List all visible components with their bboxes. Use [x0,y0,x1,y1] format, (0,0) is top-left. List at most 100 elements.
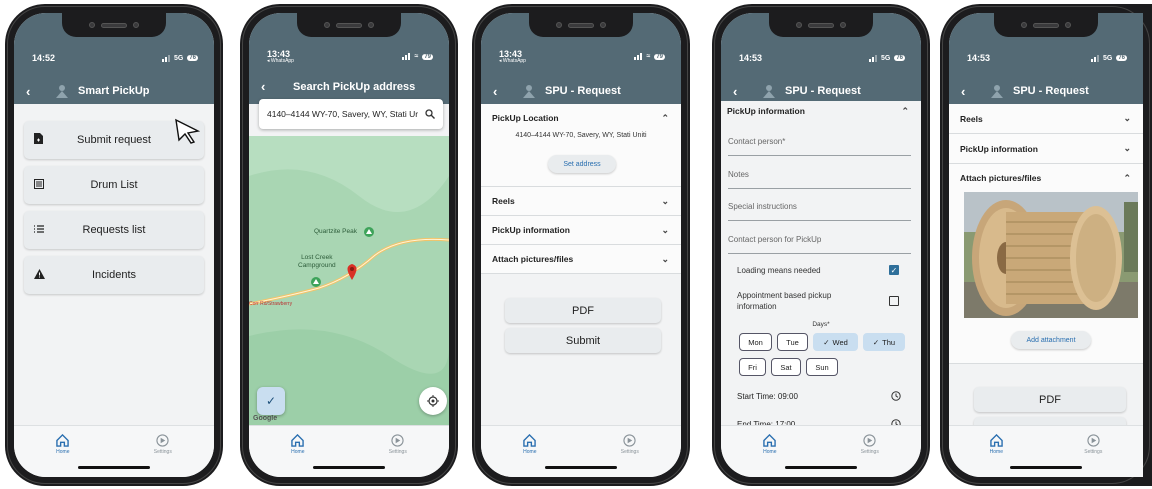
back-to-app[interactable]: ◂ WhatsApp [499,58,526,64]
chevron-down-icon: ⌄ [661,253,669,264]
chevron-down-icon: ⌄ [661,224,669,235]
map-canvas [249,136,449,425]
pickup-location-section: PickUp Location ⌃ 4140–4144 WY-70, Savery… [481,104,681,187]
back-to-app[interactable]: ◂ WhatsApp [267,58,294,64]
loading-means-checkbox[interactable]: ✓ [889,265,899,275]
tab-home[interactable]: Home [56,434,69,477]
reels-section-header[interactable]: Reels ⌄ [949,104,1143,134]
back-icon[interactable]: ‹ [261,79,279,94]
contact-person-field[interactable]: Contact person* [728,128,911,156]
tab-settings[interactable]: Settings [621,434,639,477]
notch [529,13,633,37]
signal-icon [868,54,877,62]
map-view[interactable]: Quartzite Peak Lost Creek Campground Corr… [249,136,449,425]
screen-map: 13:43 ◂ WhatsApp ≈79 ‹ Search PickUp addr… [249,13,449,477]
screen-pickup-info: 14:53 5G 76 ‹ SPU - Request PickUp inform… [721,13,921,477]
tab-home[interactable]: Home [523,434,536,477]
pdf-button[interactable]: PDF [974,387,1126,412]
days-label: Days* [812,321,830,328]
day-sat[interactable]: Sat [771,358,801,376]
day-thu[interactable]: ✓ Thu [863,333,905,351]
back-icon[interactable]: ‹ [493,84,511,99]
address-search-input[interactable]: 4140–4144 WY-70, Savery, WY, Stati Ur [259,99,443,129]
attach-section: Attach pictures/files ⌃ Add attachment [949,164,1143,364]
tab-home[interactable]: Home [291,434,304,477]
cursor-icon [175,118,200,144]
chevron-down-icon: ⌄ [1123,113,1131,123]
tab-settings[interactable]: Settings [389,434,407,477]
my-location-button[interactable] [419,387,447,415]
notch [769,13,873,37]
home-icon [56,434,70,447]
tab-settings[interactable]: Settings [1084,434,1102,477]
back-icon[interactable]: ‹ [961,84,979,99]
battery-icon: 79 [654,53,665,60]
status-bar: 13:43 ◂ WhatsApp ≈79 [267,49,433,64]
notch [297,13,401,37]
bullet-list-icon [24,224,54,236]
app-logo-icon [523,85,535,98]
back-icon[interactable]: ‹ [26,84,44,99]
attach-files-section-header[interactable]: Attach pictures/files ⌃ [949,164,1143,192]
page-title: Search PickUp address [293,80,416,93]
phone-2: 13:43 ◂ WhatsApp ≈79 ‹ Search PickUp addr… [240,4,458,486]
reels-section-header[interactable]: Reels ⌄ [481,187,681,216]
loading-means-row: Loading means needed ✓ [737,265,899,275]
appointment-checkbox[interactable] [889,296,899,306]
tab-settings[interactable]: Settings [154,434,172,477]
phone-5: 14:53 5G 76 ‹ SPU - Request Reels ⌄ PickUp… [940,4,1152,486]
tab-bar: Home Settings [949,425,1143,477]
settings-icon [1087,434,1100,447]
battery-icon: 79 [422,53,433,60]
chevron-down-icon: ⌄ [1123,143,1131,153]
day-sun[interactable]: Sun [806,358,838,376]
chevron-down-icon: ⌄ [661,195,669,206]
attachments-form: Reels ⌄ PickUp information ⌄ Attach pictur… [949,104,1143,442]
pickup-location-header[interactable]: PickUp Location ⌃ [481,104,681,132]
wifi-icon: ≈ [414,53,419,60]
tab-home[interactable]: Home [990,434,1003,477]
contact-person-pickup-field[interactable]: Contact person for PickUp [728,226,911,254]
day-tue[interactable]: Tue [777,333,808,351]
add-attachment-button[interactable]: Add attachment [1011,331,1091,349]
home-indicator [78,466,150,469]
network-label: 5G [880,54,891,62]
screen-attachments: 14:53 5G 76 ‹ SPU - Request Reels ⌄ PickUp… [949,13,1143,477]
requests-list-button[interactable]: Requests list [24,211,204,249]
submit-button[interactable]: Submit [505,328,661,353]
special-instructions-field[interactable]: Special instructions [728,193,911,221]
pdf-button[interactable]: PDF [505,298,661,323]
home-icon [763,434,777,447]
incidents-button[interactable]: Incidents [24,256,204,294]
pickup-information-section-header[interactable]: PickUp information ⌄ [481,216,681,245]
drum-list-button[interactable]: Drum List [24,166,204,204]
home-icon [291,434,305,447]
day-mon[interactable]: Mon [739,333,772,351]
notes-field[interactable]: Notes [728,161,911,189]
set-address-button[interactable]: Set address [548,155,616,173]
battery-icon: 76 [187,55,198,61]
start-time-row[interactable]: Start Time: 09:00 [737,391,901,401]
home-indicator [785,466,857,469]
notch [62,13,166,37]
signal-icon [634,53,643,60]
day-fri[interactable]: Fri [739,358,766,376]
location-target-icon [427,395,439,407]
home-indicator [313,466,385,469]
appointment-row: Appointment based pickup information [737,290,899,312]
check-icon: ✓ [872,337,880,347]
tab-settings[interactable]: Settings [861,434,879,477]
attach-files-section-header[interactable]: Attach pictures/files ⌄ [481,245,681,274]
back-icon[interactable]: ‹ [733,84,751,99]
tab-home[interactable]: Home [763,434,776,477]
app-logo-icon [56,85,68,98]
phone-4: 14:53 5G 76 ‹ SPU - Request PickUp inform… [712,4,930,486]
day-wed[interactable]: ✓ Wed [813,333,858,351]
pickup-information-header[interactable]: PickUp information ⌃ [721,101,921,121]
confirm-location-button[interactable]: ✓ [257,387,285,415]
pickup-information-section-header[interactable]: PickUp information ⌄ [949,134,1143,164]
tab-bar: Home Settings [481,425,681,477]
warning-icon [24,268,54,282]
search-icon[interactable] [425,109,435,119]
attached-photo-thumbnail[interactable] [964,192,1138,318]
